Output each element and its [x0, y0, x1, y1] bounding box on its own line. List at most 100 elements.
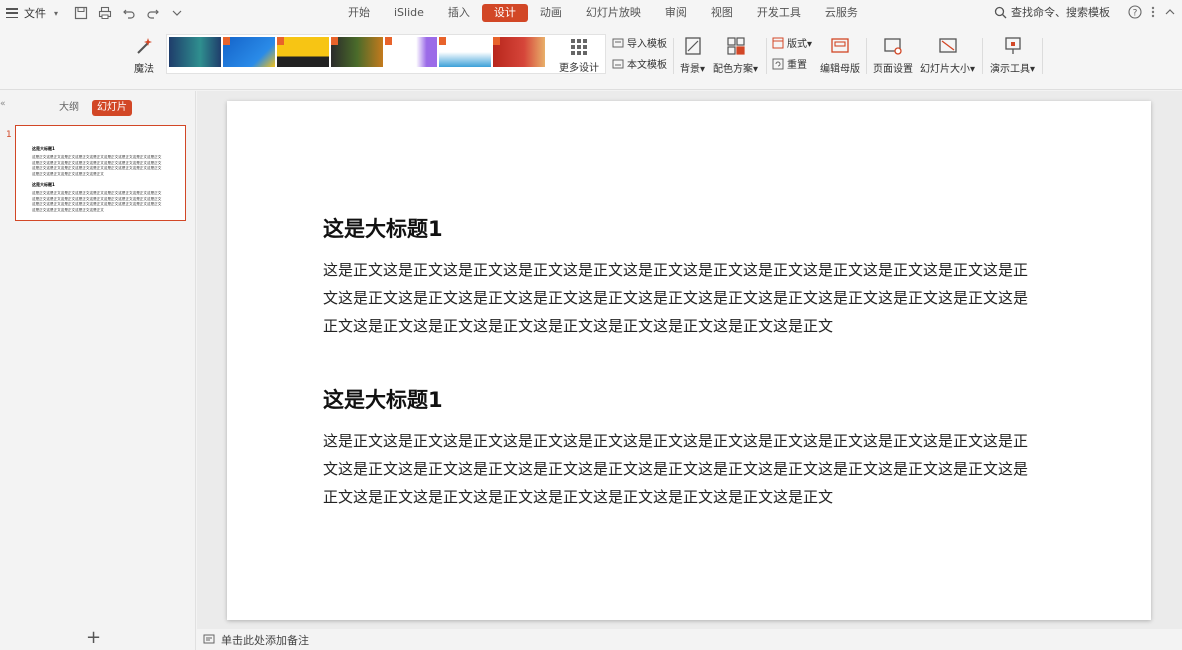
background-label: 背景▾: [680, 64, 706, 75]
reset-button[interactable]: 重置: [772, 56, 807, 71]
ribbon: 魔法 更多设计 导入模板 本文模板 背景▾ 配色方案▾ 版式▾ 重置 编辑母版 …: [0, 26, 1182, 90]
ribbon-divider: [1042, 38, 1043, 74]
page-setup-label: 页面设置: [873, 64, 913, 75]
color-scheme-button[interactable]: 配色方案▾: [713, 34, 758, 75]
slides-panel: « 大纲 幻灯片 1 这是大标题1 这是正文这是正文这是正文这是正文这是正文这是…: [0, 91, 196, 650]
slide-size-label-text: 幻灯片大小: [920, 64, 970, 75]
this-template-label: 本文模板: [627, 60, 667, 71]
collapse-panel-icon[interactable]: «: [0, 99, 6, 109]
magic-button[interactable]: 魔法: [132, 34, 156, 75]
import-template-label: 导入模板: [627, 39, 667, 50]
command-search[interactable]: 查找命令、搜索模板: [994, 4, 1110, 20]
background-button[interactable]: 背景▾: [680, 34, 705, 75]
template-thumb[interactable]: [277, 37, 329, 67]
presentation-tools-button[interactable]: 演示工具▾: [990, 34, 1035, 75]
print-icon[interactable]: [96, 4, 114, 22]
slide-size-button[interactable]: 幻灯片大小▾: [920, 34, 975, 75]
notes-placeholder: 单击此处添加备注: [221, 634, 309, 647]
slide-thumbnail[interactable]: 这是大标题1 这是正文这是正文这是正文这是正文这是正文这是正文这是正文这是正文这…: [15, 125, 186, 221]
this-template-icon: [612, 59, 624, 68]
slide-body[interactable]: 这是正文这是正文这是正文这是正文这是正文这是正文这是正文这是正文这是正文这是正文…: [323, 256, 1033, 340]
customize-quick-access-icon[interactable]: [168, 4, 186, 22]
design-template-gallery: 更多设计: [166, 34, 606, 74]
presentation-tools-icon: [1001, 34, 1025, 58]
ribbon-divider: [866, 38, 867, 74]
slide-size-icon: [936, 34, 960, 58]
page-setup-icon: [881, 34, 905, 58]
tab-animation[interactable]: 动画: [528, 4, 574, 22]
import-template-icon: [612, 38, 624, 47]
slide-body[interactable]: 这是正文这是正文这是正文这是正文这是正文这是正文这是正文这是正文这是正文这是正文…: [323, 427, 1033, 511]
more-options-icon[interactable]: [1150, 5, 1156, 19]
menu-right: 查找命令、搜索模板 ?: [994, 4, 1176, 20]
thumb-body: 这是正文这是正文这是正文这是正文这是正文这是正文这是正文这是正文这是正文这是正文…: [32, 155, 162, 176]
tab-slideshow[interactable]: 幻灯片放映: [574, 4, 653, 22]
svg-text:?: ?: [1133, 9, 1138, 19]
menu-left: 文件 ▾: [6, 4, 186, 22]
ribbon-divider: [982, 38, 983, 74]
tab-home[interactable]: 开始: [336, 4, 382, 22]
reset-label: 重置: [787, 60, 807, 71]
layout-label: 版式▾: [787, 39, 813, 50]
undo-icon[interactable]: [120, 4, 138, 22]
background-icon: [681, 34, 705, 58]
template-thumb[interactable]: [493, 37, 545, 67]
presentation-tools-label: 演示工具▾: [990, 64, 1036, 75]
background-label-text: 背景: [680, 64, 700, 75]
tab-developer[interactable]: 开发工具: [745, 4, 813, 22]
magic-wand-icon: [132, 34, 156, 58]
help-icon[interactable]: ?: [1128, 5, 1142, 19]
notes-bar[interactable]: 单击此处添加备注: [197, 630, 1182, 650]
panel-tabs: 大纲 幻灯片: [54, 100, 132, 116]
tab-design[interactable]: 设计: [481, 4, 528, 22]
edit-master-button[interactable]: 编辑母版: [820, 34, 860, 75]
more-design-button[interactable]: 更多设计: [553, 39, 605, 74]
add-slide-button[interactable]: +: [86, 629, 101, 647]
layout-button[interactable]: 版式▾: [772, 35, 812, 50]
reset-icon: [772, 58, 784, 69]
tab-view[interactable]: 视图: [699, 4, 745, 22]
color-scheme-icon: [724, 34, 748, 58]
save-icon[interactable]: [72, 4, 90, 22]
menu-icon[interactable]: [6, 8, 18, 18]
template-thumb[interactable]: [385, 37, 437, 67]
magic-label: 魔法: [134, 64, 154, 75]
slide[interactable]: 这是大标题1 这是正文这是正文这是正文这是正文这是正文这是正文这是正文这是正文这…: [227, 101, 1151, 620]
file-menu[interactable]: 文件: [24, 5, 46, 21]
tab-cloud[interactable]: 云服务: [813, 4, 870, 22]
slide-title[interactable]: 这是大标题1: [323, 213, 443, 243]
tab-review[interactable]: 审阅: [653, 4, 699, 22]
redo-icon[interactable]: [144, 4, 162, 22]
color-scheme-label: 配色方案▾: [713, 64, 759, 75]
tab-outline[interactable]: 大纲: [54, 100, 84, 116]
slide-canvas: 这是大标题1 这是正文这是正文这是正文这是正文这是正文这是正文这是正文这是正文这…: [197, 91, 1182, 629]
template-thumb[interactable]: [223, 37, 275, 67]
page-setup-button[interactable]: 页面设置: [873, 34, 913, 75]
ribbon-divider: [766, 38, 767, 74]
edit-master-icon: [828, 34, 852, 58]
thumb-body: 这是正文这是正文这是正文这是正文这是正文这是正文这是正文这是正文这是正文这是正文…: [32, 191, 162, 212]
tab-slides[interactable]: 幻灯片: [92, 100, 132, 116]
template-thumb[interactable]: [169, 37, 221, 67]
template-thumb[interactable]: [439, 37, 491, 67]
layout-icon: [772, 37, 784, 48]
notes-icon: [203, 634, 215, 644]
chevron-down-icon[interactable]: ▾: [54, 9, 58, 18]
this-template-button[interactable]: 本文模板: [612, 56, 667, 71]
color-scheme-label-text: 配色方案: [713, 64, 753, 75]
collapse-ribbon-icon[interactable]: [1164, 6, 1176, 18]
thumb-title: 这是大标题1: [32, 146, 55, 151]
slide-title[interactable]: 这是大标题1: [323, 384, 443, 414]
layout-label-text: 版式: [787, 39, 807, 50]
thumb-title: 这是大标题1: [32, 182, 55, 187]
search-text: 查找命令、搜索模板: [1011, 6, 1110, 19]
edit-master-label: 编辑母版: [820, 64, 860, 75]
tab-islide[interactable]: iSlide: [382, 4, 436, 22]
search-icon: [994, 6, 1007, 18]
tab-insert[interactable]: 插入: [436, 4, 482, 22]
presentation-tools-label-text: 演示工具: [990, 64, 1030, 75]
import-template-button[interactable]: 导入模板: [612, 35, 667, 50]
template-thumb[interactable]: [331, 37, 383, 67]
ribbon-divider: [673, 38, 674, 74]
slide-size-label: 幻灯片大小▾: [920, 64, 976, 75]
